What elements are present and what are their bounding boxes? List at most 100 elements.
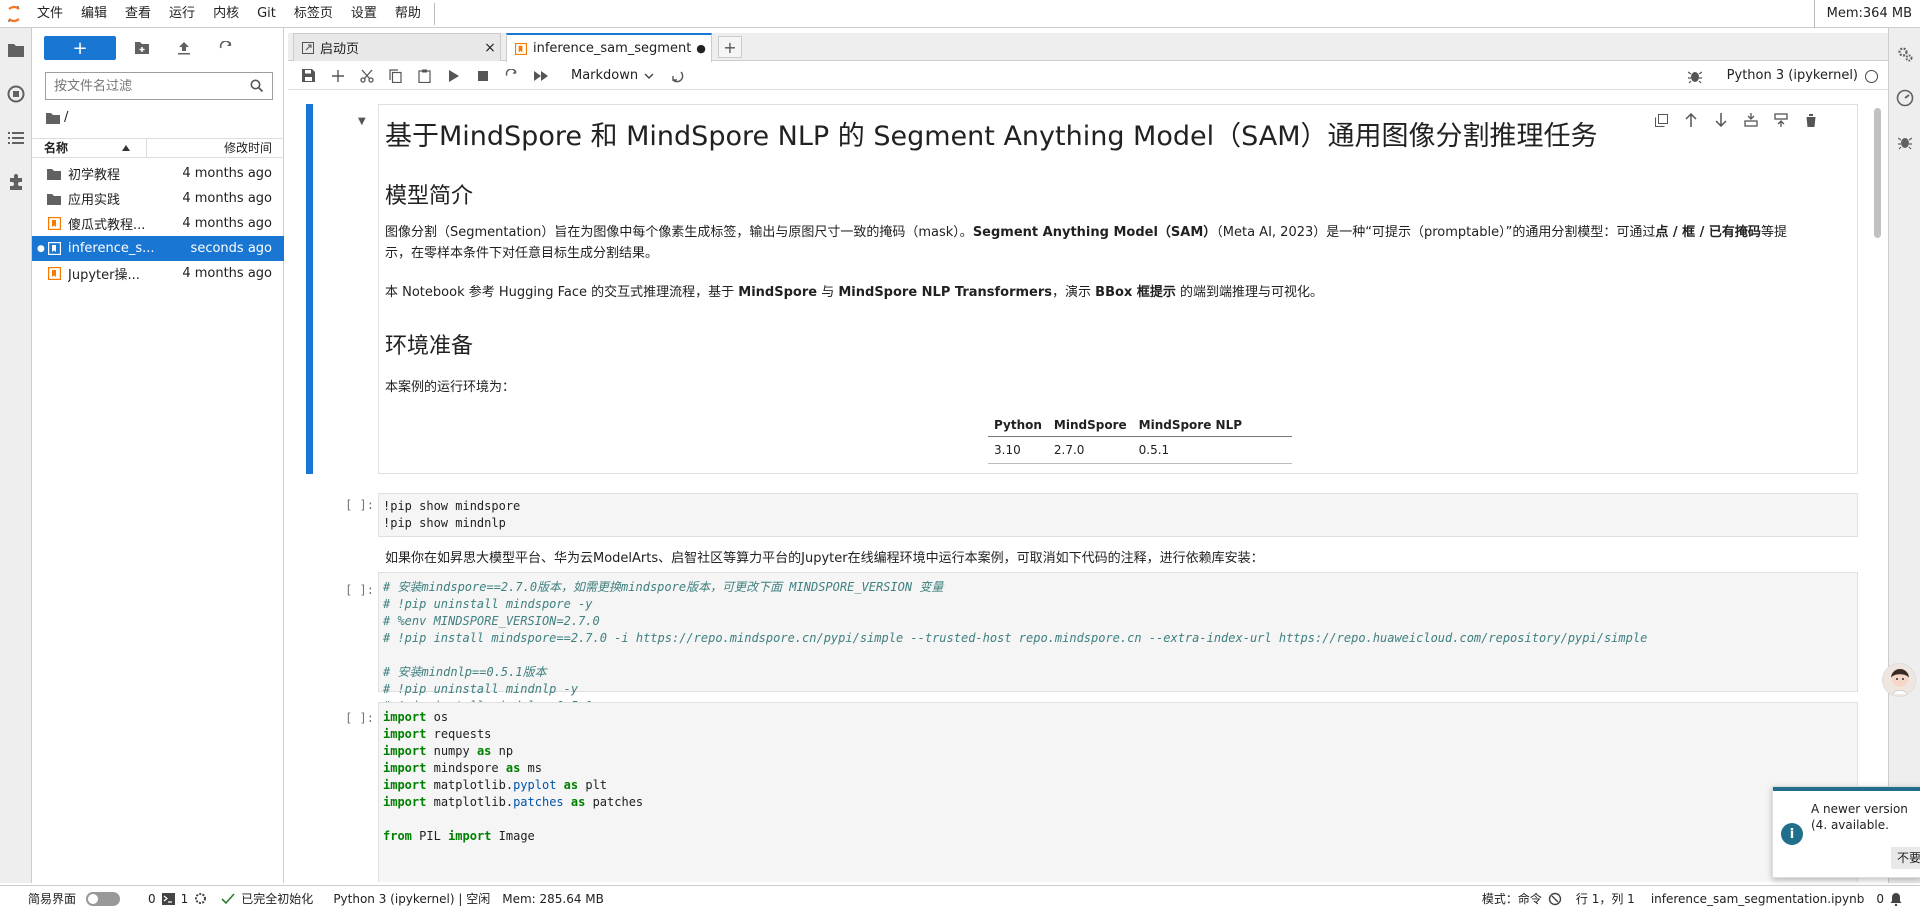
menu-settings[interactable]: 设置 <box>342 0 386 28</box>
notification-accent-bar <box>1773 787 1920 791</box>
tab-launcher[interactable]: 启动页 × <box>293 33 501 61</box>
new-launcher-button[interactable]: + <box>44 36 116 60</box>
cell-prompt: [ ]: <box>345 498 374 512</box>
launcher-icon <box>302 41 314 54</box>
cell-prompt: [ ]: <box>345 583 374 597</box>
property-inspector-button[interactable] <box>1889 32 1920 76</box>
intro-paragraph: 图像分割（Segmentation）旨在为图像中每个像素生成标签，输出与原图尺寸… <box>385 225 1787 261</box>
menu-separator <box>433 2 435 25</box>
init-check-icon <box>221 892 235 904</box>
file-filter-field[interactable] <box>45 72 273 100</box>
refresh-icon <box>219 41 232 49</box>
run-button[interactable] <box>439 64 468 88</box>
file-modified: 4 months ago <box>182 216 272 231</box>
notebook-panel: ▼ 基于MindSpore 和 MindSpore NLP 的 Segment … <box>290 92 1886 882</box>
stop-circle-icon <box>7 85 25 103</box>
save-icon <box>302 69 315 82</box>
bug-icon <box>1898 137 1912 150</box>
save-button[interactable] <box>294 64 323 88</box>
code-cell[interactable]: import os import requests import numpy as … <box>378 702 1858 882</box>
assistant-avatar[interactable] <box>1882 663 1916 697</box>
markdown-content: 模型简介 <box>385 178 1865 210</box>
menu-git[interactable]: Git <box>248 0 285 28</box>
tab-close-button[interactable]: × <box>480 40 500 56</box>
section-heading-intro: 模型简介 <box>385 184 474 209</box>
unsaved-indicator[interactable]: ● <box>691 42 711 55</box>
add-tab-button[interactable]: + <box>718 36 742 58</box>
simple-mode-toggle[interactable] <box>86 891 121 906</box>
file-list-item[interactable]: Jupyter操... 4 months ago <box>32 261 284 286</box>
code-cell[interactable]: # 安装mindspore==2.7.0版本，如需更换mindspore版本，可… <box>378 572 1858 713</box>
active-cell-indicator <box>306 104 313 474</box>
running-sessions-button[interactable] <box>0 72 32 116</box>
table-cell: 2.7.0 <box>1047 436 1133 464</box>
file-list-item-selected[interactable]: ● inference_s... seconds ago <box>32 236 284 261</box>
menu-tabs[interactable]: 标签页 <box>285 0 342 28</box>
kernel-gear-icon <box>195 893 207 904</box>
file-modified: 4 months ago <box>182 191 272 206</box>
cell-type-dropdown[interactable]: Markdown <box>571 68 654 83</box>
table-of-contents-button[interactable] <box>0 116 32 160</box>
paste-button[interactable] <box>410 64 439 88</box>
env-table: Python MindSpore MindSpore NLP 3.10 2.7.… <box>988 414 1293 464</box>
code-line: # !pip install mindspore==2.7.0 -i https… <box>383 631 1648 645</box>
collapse-caret-icon[interactable]: ▼ <box>358 116 366 127</box>
sort-up-icon <box>122 145 130 151</box>
new-folder-button[interactable] <box>126 36 158 60</box>
upload-button[interactable] <box>168 36 200 60</box>
table-header: MindSpore NLP <box>1132 414 1293 437</box>
file-browser-button[interactable] <box>0 28 32 72</box>
code-line: # !pip uninstall mindspore -y <box>383 597 593 611</box>
git-button[interactable] <box>662 64 691 88</box>
markdown-content: 图像分割（Segmentation）旨在为图像中每个像素生成标签，输出与原图尺寸… <box>385 222 1835 264</box>
restart-run-all-button[interactable] <box>526 64 555 88</box>
kernel-status-text[interactable]: Python 3 (ipykernel) | 空闲 <box>333 890 490 907</box>
terminal-count[interactable]: 0 <box>148 892 156 906</box>
upload-icon <box>178 42 190 55</box>
puzzle-icon <box>10 174 22 190</box>
refresh-button[interactable] <box>210 36 242 60</box>
menu-view[interactable]: 查看 <box>116 0 160 28</box>
restart-button[interactable] <box>497 64 526 88</box>
file-list-item[interactable]: 应用实践 4 months ago <box>32 186 284 211</box>
left-activity-bar <box>0 28 32 883</box>
debugger-button[interactable] <box>1889 120 1920 164</box>
resource-usage-button[interactable] <box>1889 76 1920 120</box>
column-name-header[interactable]: 名称 <box>32 139 147 157</box>
table-header: MindSpore <box>1047 414 1133 437</box>
markdown-content: 本案例的运行环境为： <box>385 377 1865 398</box>
extensions-button[interactable] <box>0 160 32 204</box>
file-list-item[interactable]: 傻瓜式教程... 4 months ago <box>32 211 284 236</box>
copy-button[interactable] <box>381 64 410 88</box>
menu-help[interactable]: 帮助 <box>386 0 430 28</box>
menu-file[interactable]: 文件 <box>28 0 72 28</box>
file-filter-input[interactable] <box>46 73 250 99</box>
file-modified: seconds ago <box>190 241 272 256</box>
code-cell[interactable]: !pip show mindspore !pip show mindnlp <box>378 493 1858 537</box>
column-modified-header[interactable]: 修改时间 <box>147 139 284 157</box>
debugger-bug-icon[interactable] <box>1688 68 1702 84</box>
notebook-scrollbar[interactable] <box>1874 108 1881 238</box>
code-line: import matplotlib.pyplot as plt <box>383 778 608 792</box>
code-line: # !pip uninstall mindnlp -y <box>383 682 579 696</box>
code-line: import requests <box>383 727 492 741</box>
insert-cell-button[interactable] <box>323 64 352 88</box>
menu-kernel[interactable]: 内核 <box>204 0 248 28</box>
menu-edit[interactable]: 编辑 <box>72 0 116 28</box>
kernel-name-button[interactable]: Python 3 (ipykernel) <box>1727 62 1858 90</box>
tab-notebook[interactable]: inference_sam_segmentatior ● <box>506 33 712 62</box>
notification-count[interactable]: 0 <box>1876 892 1884 906</box>
interrupt-button[interactable] <box>468 64 497 88</box>
menu-run[interactable]: 运行 <box>160 0 204 28</box>
cursor-position[interactable]: 行 1，列 1 <box>1576 890 1635 907</box>
table-cell: 3.10 <box>988 436 1048 464</box>
breadcrumb-root[interactable]: / <box>64 110 68 125</box>
dismiss-button[interactable]: 不要相 <box>1891 847 1920 869</box>
breadcrumb[interactable]: / <box>46 110 68 125</box>
kernel-count[interactable]: 1 <box>181 892 189 906</box>
paste-icon <box>418 69 431 83</box>
file-name: 初学教程 <box>68 168 121 183</box>
file-list-item[interactable]: 初学教程 4 months ago <box>32 161 284 186</box>
cut-button[interactable] <box>352 64 381 88</box>
